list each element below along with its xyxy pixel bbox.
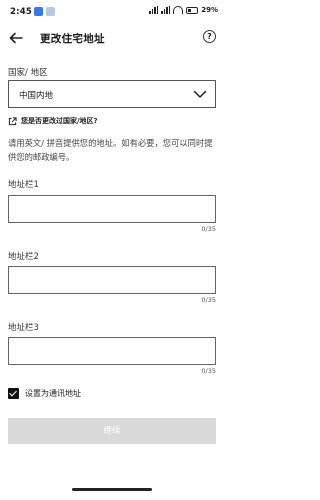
mailing-address-checkbox[interactable]: [8, 388, 19, 399]
status-bar: 2:45 29%: [0, 0, 224, 24]
address-line-2-input[interactable]: [8, 266, 216, 294]
address-line-2-label: 地址栏2: [8, 252, 39, 262]
status-right: 29%: [149, 6, 218, 14]
signal-icon-2: [161, 6, 171, 14]
notification-icon: [34, 7, 43, 16]
address-line-1-label: 地址栏1: [8, 180, 39, 190]
mailing-address-label: 设置为通讯地址: [25, 389, 81, 398]
change-country-link[interactable]: 您是否更改过国家/地区?: [8, 115, 98, 127]
question-circle-icon[interactable]: ?: [203, 30, 216, 43]
address-line-1-input[interactable]: [8, 195, 216, 223]
address-line-1-counter: 0/35: [201, 225, 216, 233]
change-country-text: 您是否更改过国家/地区?: [21, 117, 98, 125]
notification-icon-secondary: [46, 7, 55, 16]
country-label: 国家/ 地区: [8, 68, 48, 78]
mailing-address-option[interactable]: 设置为通讯地址: [8, 388, 81, 399]
home-indicator: [72, 488, 152, 491]
country-select[interactable]: 中国内地: [8, 80, 216, 108]
address-line-3-label: 地址栏3: [8, 323, 39, 333]
address-line-3-counter: 0/35: [201, 367, 216, 375]
address-instructions: 请用英文/ 拼音提供您的地址。如有必要，您可以同时提供您的邮政编号。: [8, 138, 213, 162]
external-link-icon: [8, 116, 17, 125]
page-title: 更改住宅地址: [40, 33, 105, 45]
country-value: 中国内地: [19, 91, 54, 101]
chevron-down-icon: [193, 90, 207, 98]
status-time: 2:45: [10, 7, 32, 17]
arrow-left-icon[interactable]: [8, 30, 24, 46]
address-line-3-input[interactable]: [8, 337, 216, 365]
battery-icon: [186, 6, 199, 14]
signal-icon: [149, 6, 159, 14]
app-header: 更改住宅地址 ?: [0, 26, 224, 52]
wifi-icon: [173, 6, 184, 14]
battery-percent: 29%: [201, 6, 218, 14]
continue-button[interactable]: 继续: [8, 418, 216, 444]
address-line-2-counter: 0/35: [201, 296, 216, 304]
